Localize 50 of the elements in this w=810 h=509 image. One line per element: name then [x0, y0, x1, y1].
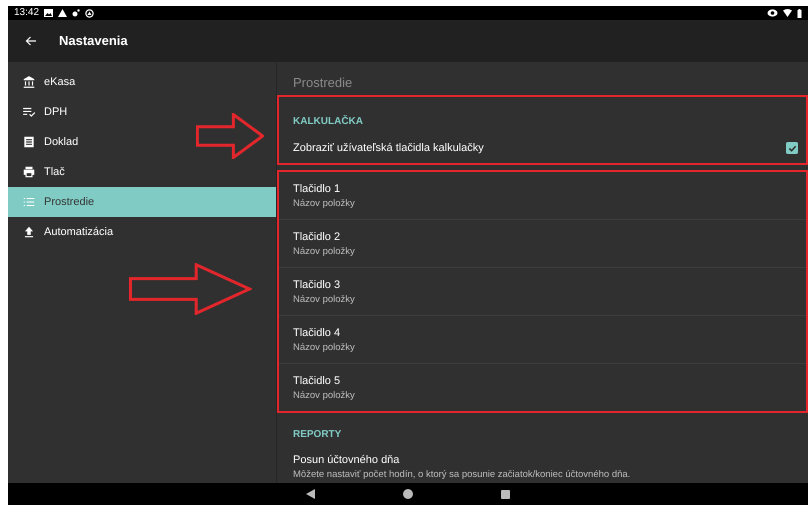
row-title: Tlačidlo 5: [293, 374, 342, 388]
settings-row[interactable]: Tlačidlo 5 Názov položky: [279, 363, 806, 411]
sidebar-item[interactable]: eKasa: [8, 67, 276, 97]
warning-icon: [58, 9, 68, 17]
row-title: Tlačidlo 1: [293, 182, 342, 196]
page-title: Prostredie: [293, 74, 352, 92]
window-title: Nastavenia: [59, 32, 128, 50]
image-icon: [44, 9, 54, 17]
row-subtitle: Názov položky: [293, 244, 356, 258]
wifi-icon: [783, 9, 792, 17]
back-arrow-icon: [25, 35, 37, 47]
check-icon: [788, 144, 796, 152]
eye-icon: [767, 9, 778, 17]
section-header: REPORTY: [293, 428, 342, 442]
list-check-icon: [22, 105, 36, 119]
checkbox[interactable]: [786, 142, 798, 154]
settings-row[interactable]: Tlačidlo 2 Názov položky: [279, 219, 806, 267]
sidebar-item[interactable]: DPH: [8, 97, 276, 127]
list-icon: [22, 195, 36, 209]
row-subtitle: Môžete nastaviť počet hodín, o ktorý sa posunie začiatok/koniec účtovného dňa.: [293, 468, 632, 481]
circle-icon: [85, 8, 94, 18]
document-icon: [22, 135, 36, 149]
settings-row[interactable]: Tlačidlo 4 Názov položky: [279, 315, 806, 363]
pointer-arrow: [196, 113, 264, 159]
row-title: Tlačidlo 3: [293, 278, 342, 292]
row-subtitle: Názov položky: [293, 292, 356, 306]
bank-icon: [22, 75, 36, 89]
printer-icon: [22, 165, 36, 179]
settings-row[interactable]: Posun účtovného dňa Môžete nastaviť počet hodín, o ktorý sa posunie začiatok/koniec účtovného dňa.: [277, 445, 808, 481]
row-subtitle: Názov položky: [293, 388, 356, 402]
row-title: Posun účtovného dňa: [293, 453, 400, 468]
battery-icon: [797, 8, 802, 18]
settings-row[interactable]: Tlačidlo 3 Názov položky: [279, 267, 806, 315]
toggle-label: Zobraziť užívateľská tlačidla kalkulačky: [293, 140, 485, 156]
sidebar-item[interactable]: Automatizácia: [8, 217, 276, 247]
sidebar-item[interactable]: Prostredie: [8, 187, 276, 217]
toggle-row[interactable]: Zobraziť užívateľská tlačidla kalkulačky: [279, 133, 806, 163]
row-title: Tlačidlo 2: [293, 230, 342, 244]
row-subtitle: Názov položky: [293, 340, 356, 354]
sidebar-item[interactable]: Doklad: [8, 127, 276, 157]
settings-row[interactable]: Tlačidlo 1 Názov položky: [279, 172, 806, 219]
status-time: 13:42: [14, 8, 40, 18]
row-subtitle: Názov položky: [293, 196, 356, 210]
row-title: Tlačidlo 4: [293, 326, 342, 340]
sidebar-item[interactable]: Tlač: [8, 157, 276, 187]
home-icon[interactable]: [403, 489, 413, 499]
recents-icon[interactable]: [501, 490, 510, 498]
upload-icon: [22, 225, 36, 239]
section-header: KALKULAČKA: [293, 114, 363, 129]
back-nav-icon[interactable]: [306, 489, 315, 499]
